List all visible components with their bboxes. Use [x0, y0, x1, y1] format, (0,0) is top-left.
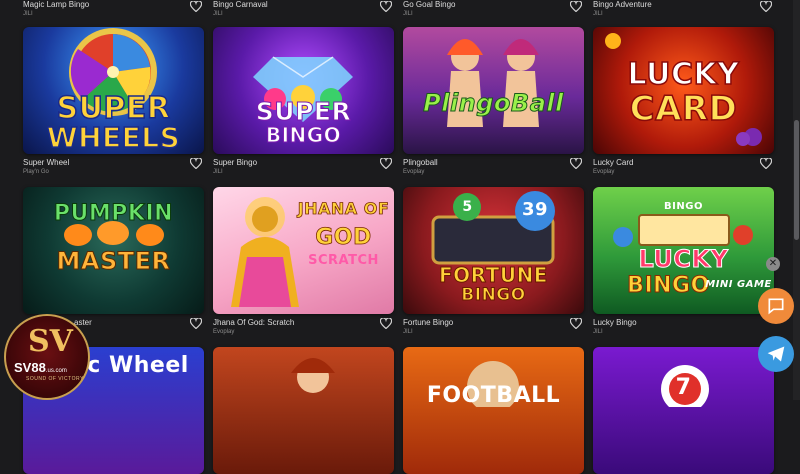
game-tile[interactable]: 7 — [593, 347, 774, 474]
game-provider: Evoplay — [403, 169, 425, 175]
game-provider: JILI — [23, 11, 33, 17]
game-title[interactable]: Bingo Carnaval — [213, 0, 268, 9]
art-title-line1: JHANA OF — [297, 199, 390, 219]
game-provider: Evoplay — [593, 169, 615, 175]
heart-icon[interactable] — [380, 1, 394, 13]
heart-icon[interactable] — [380, 158, 394, 170]
game-title[interactable]: Lucky Bingo — [593, 318, 637, 327]
game-grid: Magic Lamp Bingo JILI Bingo Carnaval JIL… — [0, 0, 800, 474]
game-title[interactable]: Super Wheel — [23, 158, 69, 167]
site-logo[interactable]: SV SV88.us.com SOUND OF VICTORY — [0, 310, 96, 400]
game-tile-fortune-bingo[interactable]: 5 39 FORTUNE BINGO — [403, 187, 584, 314]
art-tag: MINI GAME — [705, 279, 772, 290]
scrollbar-thumb[interactable] — [794, 120, 799, 240]
game-provider: JILI — [593, 11, 603, 17]
game-provider: Evoplay — [213, 329, 235, 335]
game-title[interactable]: Fortune Bingo — [403, 318, 453, 327]
game-provider: JILI — [403, 11, 413, 17]
heart-icon[interactable] — [760, 158, 774, 170]
game-tile-lucky-bingo[interactable]: BINGO LUCKY BINGO MINI GAME — [593, 187, 774, 314]
heart-icon[interactable] — [570, 1, 584, 13]
game-title[interactable]: Jhana Of God: Scratch — [213, 318, 294, 327]
art-title-line1: 7 — [675, 375, 692, 400]
art-title-line2: CARD — [629, 88, 738, 130]
logo-badge: SV SV88.us.com SOUND OF VICTORY — [4, 314, 90, 400]
game-tile-plingoball[interactable]: PlingoBall — [403, 27, 584, 154]
game-provider: JILI — [593, 329, 603, 335]
heart-icon[interactable] — [570, 318, 584, 330]
telegram-icon — [767, 346, 785, 362]
game-provider: JILI — [213, 11, 223, 17]
game-title[interactable]: Bingo Adventure — [593, 0, 652, 9]
character-art — [291, 358, 335, 393]
chat-button[interactable] — [758, 288, 794, 324]
art-title-line1: FOOTBALL — [426, 383, 561, 408]
scrollbar[interactable] — [793, 0, 800, 400]
heart-icon[interactable] — [570, 158, 584, 170]
logo-slogan: SOUND OF VICTORY — [26, 376, 84, 382]
logo-brand-suffix: .us.com — [45, 368, 67, 374]
heart-icon[interactable] — [190, 158, 204, 170]
chat-icon — [768, 298, 784, 315]
game-tile-pumpkin-master[interactable]: PUMPKIN MASTER — [23, 187, 204, 314]
ball-number: 39 — [521, 199, 549, 220]
close-icon[interactable]: ✕ — [766, 257, 780, 271]
game-tile-jhana-of-god[interactable]: JHANA OF GOD SCRATCH — [213, 187, 394, 314]
logo-brand: SV88.us.com — [14, 360, 67, 375]
game-title[interactable]: Lucky Card — [593, 158, 633, 167]
game-tile-football[interactable]: FOOTBALL — [403, 347, 584, 474]
logo-brand-name: SV88 — [14, 360, 46, 375]
art-title-line1: FORTUNE — [439, 263, 548, 288]
art-title-line2: BINGO — [461, 285, 526, 306]
logo-mark: SV — [28, 324, 73, 359]
art-tag: BINGO — [664, 201, 703, 212]
game-tile-lucky-card[interactable]: LUCKY CARD — [593, 27, 774, 154]
art-title-line1: PlingoBall — [423, 89, 564, 118]
game-title[interactable]: Go Goal Bingo — [403, 0, 455, 9]
art-title-line1: SUPER — [255, 97, 352, 127]
game-provider: JILI — [403, 329, 413, 335]
game-tile-super-wheel[interactable]: SUPER WHEELS — [23, 27, 204, 154]
heart-icon[interactable] — [190, 318, 204, 330]
art-title-line1: LUCKY — [638, 245, 729, 274]
heart-icon[interactable] — [190, 1, 204, 13]
art-title-line2: GOD — [315, 225, 372, 251]
game-tile-super-bingo[interactable]: SUPER BINGO — [213, 27, 394, 154]
heart-icon[interactable] — [760, 1, 774, 13]
top-row-captions: Magic Lamp Bingo JILI Bingo Carnaval JIL… — [0, 0, 800, 20]
telegram-button[interactable] — [758, 336, 794, 372]
game-title[interactable]: Magic Lamp Bingo — [23, 0, 89, 9]
art-title-line2: WHEELS — [46, 120, 181, 154]
art-title-line1: PUMPKIN — [53, 201, 174, 227]
art-title-line2: BINGO — [265, 123, 342, 148]
art-title-line2: MASTER — [56, 247, 171, 276]
game-tile[interactable] — [213, 347, 394, 474]
game-title[interactable]: Plingoball — [403, 158, 438, 167]
game-provider: JILI — [213, 169, 223, 175]
game-provider: Play'n Go — [23, 169, 49, 175]
art-title-line1: LUCKY — [627, 56, 740, 93]
game-title[interactable]: Super Bingo — [213, 158, 257, 167]
art-title-line3: SCRATCH — [308, 253, 379, 268]
heart-icon[interactable] — [380, 318, 394, 330]
